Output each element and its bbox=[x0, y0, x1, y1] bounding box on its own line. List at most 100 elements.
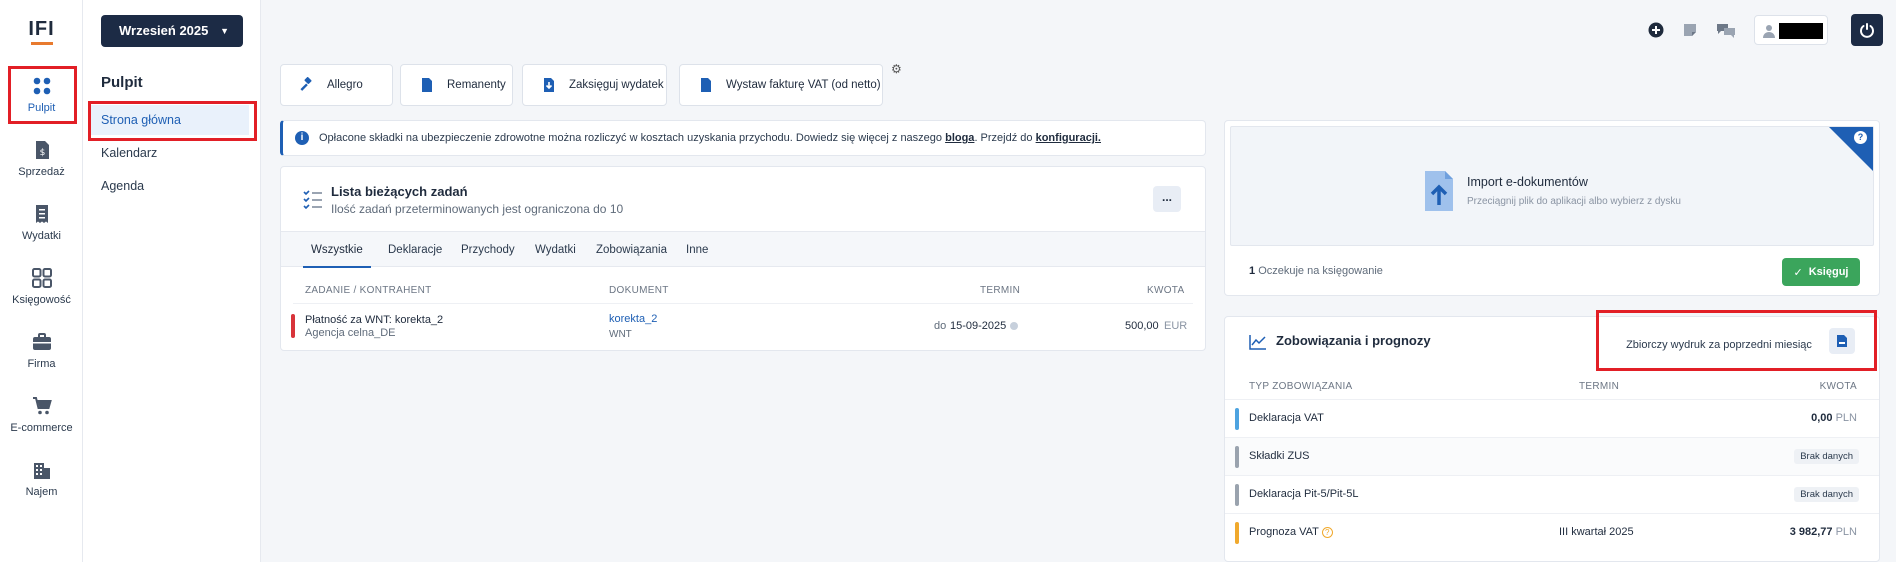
rail-item-sprzedaz[interactable]: $ Sprzedaż bbox=[0, 140, 83, 178]
table-divider bbox=[293, 303, 1193, 304]
tasks-card: Lista bieżących zadań Ilość zadań przete… bbox=[280, 166, 1206, 351]
rail-label: E-commerce bbox=[10, 422, 73, 434]
chat-icon[interactable] bbox=[1716, 22, 1736, 38]
row-color-marker bbox=[1235, 408, 1239, 430]
rail-item-ksiegowosc[interactable]: Księgowość bbox=[0, 268, 83, 306]
tab-inne[interactable]: Inne bbox=[686, 232, 708, 268]
book-expense-button[interactable]: Zaksięguj wydatek bbox=[522, 64, 667, 106]
col-header-term: TERMIN bbox=[980, 285, 1021, 296]
rail-label: Wydatki bbox=[21, 230, 62, 242]
add-icon[interactable] bbox=[1648, 22, 1664, 38]
help-corner bbox=[1829, 127, 1873, 171]
tasks-more-button[interactable]: ... bbox=[1153, 186, 1181, 212]
help-icon[interactable]: ? bbox=[1854, 131, 1867, 144]
cart-icon bbox=[32, 397, 52, 415]
upload-file-icon bbox=[1425, 171, 1453, 211]
pdf-icon bbox=[1837, 335, 1847, 347]
month-selector[interactable]: Wrzesień 2025 ▼ bbox=[101, 15, 243, 47]
document-type: WNT bbox=[609, 329, 632, 340]
question-icon[interactable]: ? bbox=[1321, 526, 1333, 538]
rail-item-najem[interactable]: Najem bbox=[0, 460, 83, 498]
rail-item-ecommerce[interactable]: E-commerce bbox=[0, 396, 83, 434]
main-rail: IFI Pulpit $ Sprzedaż Wydatki Księgowość… bbox=[0, 0, 83, 562]
tab-przychody[interactable]: Przychody bbox=[461, 232, 515, 268]
logout-button[interactable] bbox=[1851, 14, 1883, 46]
submenu-panel: Wrzesień 2025 ▼ Pulpit Strona główna Kale… bbox=[83, 0, 261, 562]
info-text: Opłacone składki na ubezpieczenie zdrowo… bbox=[319, 132, 943, 144]
liability-name: Prognoza VAT ? bbox=[1249, 526, 1333, 538]
tab-deklaracje[interactable]: Deklaracje bbox=[388, 232, 442, 268]
task-amount: 500,00 bbox=[1125, 320, 1159, 332]
document-icon bbox=[701, 78, 711, 92]
pending-text: Oczekuje na księgowanie bbox=[1258, 265, 1383, 277]
liability-row[interactable]: Deklaracja Pit-5/Pit-5L Brak danych bbox=[1225, 475, 1879, 513]
pending-status: 1 Oczekuje na księgowanie bbox=[1249, 265, 1383, 277]
user-name-redacted bbox=[1779, 23, 1823, 39]
submenu-item-kalendarz[interactable]: Kalendarz bbox=[89, 138, 249, 168]
document-download-icon bbox=[544, 78, 554, 92]
svg-text:$: $ bbox=[39, 148, 45, 158]
briefcase-icon bbox=[32, 333, 51, 350]
row-color-marker bbox=[1235, 446, 1239, 468]
accounting-icon bbox=[31, 268, 52, 288]
liability-row[interactable]: Deklaracja VAT 0,00 PLN bbox=[1225, 399, 1879, 437]
checklist-icon bbox=[303, 190, 322, 209]
col-header-amount: KWOTA bbox=[1819, 381, 1857, 392]
rail-item-pulpit[interactable]: Pulpit bbox=[0, 76, 83, 114]
blog-link[interactable]: bloga bbox=[945, 132, 974, 144]
term-date: 15-09-2025 bbox=[950, 320, 1007, 332]
rail-label: Księgowość bbox=[12, 294, 71, 306]
tab-wydatki[interactable]: Wydatki bbox=[535, 232, 576, 268]
issue-vat-invoice-button[interactable]: Wystaw fakturę VAT (od netto) bbox=[679, 64, 883, 106]
row-color-marker bbox=[1235, 484, 1239, 506]
tab-wszystkie[interactable]: Wszystkie bbox=[303, 232, 371, 268]
liabilities-title: Zobowiązania i prognozy bbox=[1276, 333, 1431, 348]
config-link[interactable]: konfiguracji. bbox=[1036, 132, 1101, 144]
rail-item-wydatki[interactable]: Wydatki bbox=[0, 204, 83, 242]
info-icon: i bbox=[295, 131, 309, 145]
power-icon bbox=[1860, 23, 1874, 38]
app-logo[interactable]: IFI bbox=[0, 18, 83, 45]
import-dropzone[interactable]: Import e-dokumentów Przeciągnij plik do … bbox=[1230, 126, 1874, 246]
col-header-task: ZADANIE / KONTRAHENT bbox=[305, 285, 432, 296]
liability-name: Składki ZUS bbox=[1249, 450, 1310, 462]
document-link[interactable]: korekta_2 bbox=[609, 313, 657, 325]
info-middle: . Przejdź do bbox=[974, 132, 1033, 144]
allegro-button[interactable]: Allegro bbox=[280, 64, 393, 106]
import-title: Import e-dokumentów bbox=[1467, 175, 1588, 189]
check-icon: ✓ bbox=[1793, 266, 1803, 279]
pdf-button[interactable] bbox=[1829, 328, 1855, 354]
tab-zobowiazania[interactable]: Zobowiązania bbox=[596, 232, 667, 268]
liability-row[interactable]: Składki ZUS Brak danych bbox=[1225, 437, 1879, 475]
user-menu[interactable] bbox=[1754, 15, 1828, 45]
liabilities-card: Zobowiązania i prognozy Zbiorczy wydruk … bbox=[1224, 316, 1880, 562]
rail-item-firma[interactable]: Firma bbox=[0, 332, 83, 370]
liability-name: Deklaracja Pit-5/Pit-5L bbox=[1249, 488, 1359, 500]
remanenty-button[interactable]: Remanenty bbox=[400, 64, 513, 106]
summary-print-button[interactable]: Zbiorczy wydruk za poprzedni miesiąc bbox=[1623, 329, 1815, 361]
submenu-item-agenda[interactable]: Agenda bbox=[89, 171, 249, 201]
receipt-icon bbox=[35, 205, 48, 223]
term-prefix: do bbox=[934, 320, 947, 332]
submenu-item-strona-glowna[interactable]: Strona główna bbox=[89, 105, 249, 135]
gear-icon[interactable]: ⚙ bbox=[891, 62, 902, 76]
liability-row[interactable]: Prognoza VAT ? III kwartał 2025 3 982,77… bbox=[1225, 513, 1879, 551]
document-icon bbox=[422, 78, 432, 92]
rail-label: Firma bbox=[27, 358, 56, 370]
invoice-icon: $ bbox=[35, 141, 49, 159]
tasks-title: Lista bieżących zadań bbox=[331, 184, 468, 199]
col-header-term: TERMIN bbox=[1579, 381, 1620, 392]
gavel-icon bbox=[300, 77, 312, 91]
row-status-marker bbox=[291, 314, 295, 338]
info-banner: i Opłacone składki na ubezpieczenie zdro… bbox=[280, 120, 1206, 156]
chevron-down-icon: ▼ bbox=[220, 26, 229, 36]
rail-label: Sprzedaż bbox=[18, 166, 65, 178]
liability-amount: 0,00 PLN bbox=[1811, 412, 1857, 424]
book-button[interactable]: ✓ Księguj bbox=[1782, 258, 1860, 286]
col-header-type: TYP ZOBOWIĄZANIA bbox=[1249, 381, 1353, 392]
dashboard-icon bbox=[33, 77, 50, 95]
task-name: Płatność za WNT: korekta_2 bbox=[305, 314, 444, 326]
rail-label: Pulpit bbox=[27, 102, 56, 114]
building-icon bbox=[33, 463, 50, 479]
notes-icon[interactable] bbox=[1682, 22, 1698, 38]
